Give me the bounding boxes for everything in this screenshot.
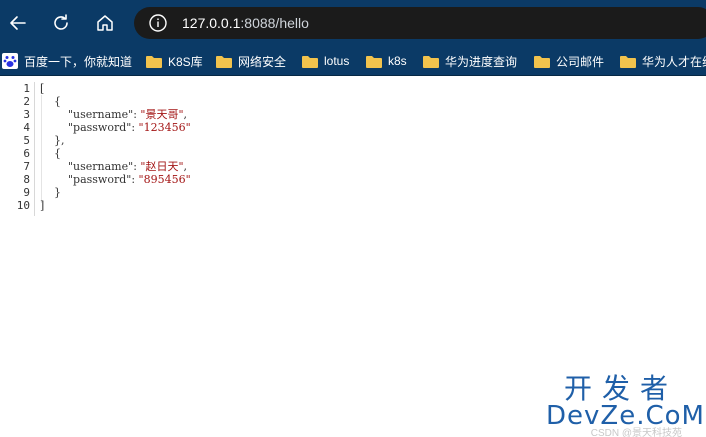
bookmarks-bar: 百度一下，你就知道 K8S库 网络安全 lotus k8s 华为进度查询 公司邮… xyxy=(0,46,706,76)
json-string-value: "景天哥" xyxy=(140,108,184,121)
json-key: "username" xyxy=(67,108,134,121)
close-brace: } xyxy=(54,186,61,199)
code-line: { xyxy=(40,95,191,108)
bookmark-label: K8S库 xyxy=(168,54,203,69)
bookmark-label: 网络安全 xyxy=(238,54,287,69)
info-icon[interactable] xyxy=(148,13,168,33)
close-bracket: ] xyxy=(40,199,45,212)
code-line: "username": "赵日天", xyxy=(67,160,188,173)
code-line: }, xyxy=(40,134,191,147)
open-bracket: [ xyxy=(40,82,45,95)
code-line: "password": "123456" xyxy=(67,121,191,134)
json-string-value: "895456" xyxy=(138,173,191,186)
json-string-value: "赵日天" xyxy=(140,160,184,173)
arrow-left-icon xyxy=(10,16,26,30)
folder-icon xyxy=(366,55,382,68)
bookmark-label: k8s xyxy=(388,54,407,68)
bookmark-label: 公司邮件 xyxy=(556,54,605,69)
folder-icon xyxy=(216,55,232,68)
url-host: 127.0.0.1 xyxy=(182,15,241,31)
line-number: 6 xyxy=(23,147,30,160)
code-line: { xyxy=(40,147,191,160)
watermark: 开发者 DevZe.CoM CSDN @景天科技苑 xyxy=(546,367,704,437)
bookmark-label: 华为人才在线 xyxy=(642,54,706,69)
bookmark-baidu[interactable]: 百度一下，你就知道 xyxy=(2,46,133,75)
line-number: 10 xyxy=(16,199,30,212)
bookmark-k8s[interactable]: k8s xyxy=(366,46,407,75)
reload-icon xyxy=(54,14,68,30)
bookmark-label: 华为进度查询 xyxy=(445,54,518,69)
bookmark-label: lotus xyxy=(324,54,350,68)
folder-icon xyxy=(302,55,318,68)
code-line: ] xyxy=(40,199,191,212)
watermark-sub: CSDN @景天科技苑 xyxy=(590,428,682,437)
line-number: 2 xyxy=(23,95,30,108)
gutter-divider xyxy=(34,82,35,216)
line-number: 8 xyxy=(23,173,30,186)
code-line: [ xyxy=(40,82,191,95)
close-brace: }, xyxy=(54,134,65,147)
reload-button[interactable] xyxy=(46,8,76,38)
json-code: [ { "username": "景天哥", "password": "1234… xyxy=(40,82,191,212)
folder-icon xyxy=(146,55,162,68)
code-line: "username": "景天哥", xyxy=(67,108,188,121)
json-string-value: "123456" xyxy=(138,121,191,134)
code-line: "password": "895456" xyxy=(67,173,191,186)
line-number: 5 xyxy=(23,134,30,147)
url-path: :8088/hello xyxy=(240,15,309,31)
bookmark-lotus[interactable]: lotus xyxy=(302,46,350,75)
browser-toolbar: 127.0.0.1:8088/hello xyxy=(0,0,706,46)
json-key: "password" xyxy=(67,121,132,134)
bookmark-huawei-progress[interactable]: 华为进度查询 xyxy=(423,46,518,75)
bookmark-k8s-lib[interactable]: K8S库 xyxy=(146,46,203,75)
bookmark-company-mail[interactable]: 公司邮件 xyxy=(534,46,605,75)
open-brace: { xyxy=(54,147,61,160)
open-brace: { xyxy=(54,95,61,108)
bookmark-huawei-talent[interactable]: 华为人才在线 xyxy=(620,46,706,75)
json-key: "password" xyxy=(67,173,132,186)
line-number: 9 xyxy=(23,186,30,199)
back-button[interactable] xyxy=(3,8,33,38)
line-number-gutter: 1 2 3 4 5 6 7 8 9 10 xyxy=(0,82,34,212)
folder-icon xyxy=(423,55,439,68)
bookmark-label: 百度一下，你就知道 xyxy=(24,54,133,69)
home-button[interactable] xyxy=(90,8,120,38)
folder-icon xyxy=(534,55,550,68)
json-key: "username" xyxy=(67,160,134,173)
line-number: 3 xyxy=(23,108,30,121)
line-number: 1 xyxy=(23,82,30,95)
home-icon xyxy=(97,15,113,31)
bookmark-network-security[interactable]: 网络安全 xyxy=(216,46,287,75)
baidu-paw-icon xyxy=(2,53,18,69)
line-number: 7 xyxy=(23,160,30,173)
address-bar[interactable]: 127.0.0.1:8088/hello xyxy=(134,7,706,39)
folder-icon xyxy=(620,55,636,68)
line-number: 4 xyxy=(23,121,30,134)
url-text[interactable]: 127.0.0.1:8088/hello xyxy=(182,7,309,39)
code-line: } xyxy=(40,186,191,199)
